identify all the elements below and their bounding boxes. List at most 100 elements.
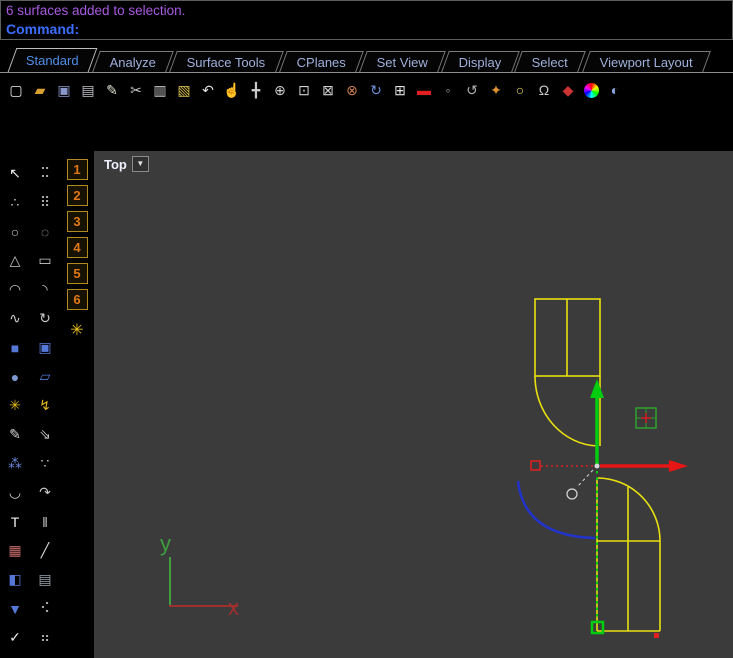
print-icon[interactable]: ▤ — [78, 80, 98, 100]
more-icon-a[interactable]: ⠤ — [3, 655, 27, 658]
tab-set-view[interactable]: Set View — [359, 51, 446, 72]
tab-analyze[interactable]: Analyze — [92, 51, 174, 72]
small-dot-icon[interactable]: ◦ — [438, 80, 458, 100]
num-button-5[interactable]: 5 — [67, 263, 88, 284]
undo-icon[interactable]: ↶ — [198, 80, 218, 100]
command-history-line: 6 surfaces added to selection. — [6, 2, 727, 20]
chevron-down-icon: ▼ — [136, 160, 144, 168]
num-button-1[interactable]: 1 — [67, 159, 88, 180]
gumball-x-arrow[interactable] — [600, 460, 688, 472]
plane-icon[interactable]: ▱ — [33, 365, 57, 389]
save-icon[interactable]: ▣ — [54, 80, 74, 100]
ellipse-icon[interactable]: ◌ — [33, 220, 57, 244]
helix-icon[interactable]: ↻ — [33, 307, 57, 331]
tab-label: CPlanes — [296, 55, 345, 70]
offset-icon[interactable]: ∵ — [33, 452, 57, 476]
tracking-point-square — [531, 461, 540, 470]
cplane-icon[interactable] — [636, 408, 656, 428]
num-button-3[interactable]: 3 — [67, 211, 88, 232]
zoom-icon[interactable]: ⊕ — [270, 80, 290, 100]
pencil-icon[interactable]: ╱ — [33, 539, 57, 563]
num-button-6[interactable]: 6 — [67, 289, 88, 310]
dimension-icon[interactable]: ‖ — [33, 510, 57, 534]
lightbulb-icon[interactable]: ○ — [510, 80, 530, 100]
curve-blue-arc[interactable] — [518, 481, 595, 538]
box-icon[interactable]: ■ — [3, 336, 27, 360]
lock-icon[interactable]: Ω — [534, 80, 554, 100]
paste-icon[interactable]: ▧ — [174, 80, 194, 100]
car-named-view-icon[interactable]: ▬ — [414, 80, 434, 100]
origin-point-dot — [595, 464, 600, 469]
tab-surface-tools[interactable]: Surface Tools — [169, 51, 283, 72]
fillet-icon[interactable]: ⁂ — [3, 452, 27, 476]
viewport-menu-button[interactable]: ▼ — [132, 156, 149, 172]
snap-star-icon[interactable]: ✳ — [66, 319, 88, 341]
walk-icon[interactable]: ✦ — [486, 80, 506, 100]
render-style-icon[interactable]: ◆ — [558, 80, 578, 100]
viewport-layout-icon[interactable]: ⊞ — [390, 80, 410, 100]
measure-icon[interactable]: ⠪ — [33, 597, 57, 621]
num-button-2[interactable]: 2 — [67, 185, 88, 206]
cylinder-icon[interactable]: ● — [3, 365, 27, 389]
conic-icon[interactable]: ◝ — [33, 278, 57, 302]
num-button-4[interactable]: 4 — [67, 237, 88, 258]
gumball-y-arrow[interactable] — [590, 379, 604, 464]
command-area[interactable]: 6 surfaces added to selection. Command: — [0, 0, 733, 40]
tab-standard[interactable]: Standard — [8, 48, 98, 72]
curve-icon[interactable]: ∿ — [3, 307, 27, 331]
color-wheel-icon[interactable] — [584, 83, 599, 98]
circle-icon[interactable]: ○ — [3, 220, 27, 244]
swatch-icon[interactable]: ▦ — [3, 539, 27, 563]
viewport-canvas[interactable]: y x — [94, 151, 733, 658]
marquee-select-icon[interactable]: ⠭ — [33, 162, 57, 186]
tab-cplanes[interactable]: CPlanes — [279, 51, 364, 72]
rotate-view-icon[interactable]: ↻ — [366, 80, 386, 100]
tab-label: Display — [459, 55, 502, 70]
rotate-small-icon[interactable]: ↺ — [462, 80, 482, 100]
tab-label: Surface Tools — [187, 55, 266, 70]
pan-hand-icon[interactable]: ☝ — [222, 80, 242, 100]
rebuild-icon[interactable]: ↷ — [33, 481, 57, 505]
rectangle-icon[interactable]: ▭ — [33, 249, 57, 273]
rhino-window: 6 surfaces added to selection. Command: … — [0, 0, 733, 657]
options-icon[interactable]: ⠶ — [33, 626, 57, 650]
copy-icon[interactable]: ▥ — [150, 80, 170, 100]
polyline-icon[interactable]: △ — [3, 249, 27, 273]
solid-icon[interactable]: ▣ — [33, 336, 57, 360]
hatch-icon[interactable]: ▤ — [33, 568, 57, 592]
edit-notes-icon[interactable]: ✎ — [102, 80, 122, 100]
point-marker-red — [654, 633, 659, 638]
zoom-selected-icon[interactable]: ⊗ — [342, 80, 362, 100]
tab-viewport-layout[interactable]: Viewport Layout — [582, 51, 711, 72]
zoom-window-icon[interactable]: ⊡ — [294, 80, 314, 100]
tracking-line-red — [531, 461, 594, 470]
shaded-view-icon[interactable]: ◐ — [605, 80, 625, 100]
tab-label: Set View — [377, 55, 428, 70]
tab-select[interactable]: Select — [515, 51, 587, 72]
surface-icon[interactable]: ◧ — [3, 568, 27, 592]
tab-display[interactable]: Display — [441, 51, 519, 72]
drop-icon[interactable]: ▼ — [3, 597, 27, 621]
text-icon[interactable]: T — [3, 510, 27, 534]
trim-icon[interactable]: ↯ — [33, 394, 57, 418]
split-icon[interactable]: ✎ — [3, 423, 27, 447]
curve-edit-icon[interactable]: ◡ — [3, 481, 27, 505]
command-prompt[interactable]: Command: — [6, 20, 727, 38]
open-file-icon[interactable]: ▰ — [30, 80, 50, 100]
zoom-extents-icon[interactable]: ⊠ — [318, 80, 338, 100]
select-pointer-icon[interactable]: ↖ — [3, 162, 27, 186]
gumball-x-head[interactable] — [669, 460, 688, 472]
join-icon[interactable]: ⇘ — [33, 423, 57, 447]
point-cloud-icon[interactable]: ⠿ — [33, 191, 57, 215]
arc-icon[interactable]: ◠ — [3, 278, 27, 302]
more-icon-b[interactable]: ⠤ — [33, 655, 57, 658]
viewport-title[interactable]: Top — [104, 157, 127, 172]
gumball-y-head[interactable] — [590, 379, 604, 398]
check-icon[interactable]: ✓ — [3, 626, 27, 650]
point-icon[interactable]: ∴ — [3, 191, 27, 215]
move-icon[interactable]: ╋ — [246, 80, 266, 100]
new-file-icon[interactable]: ▢ — [6, 80, 26, 100]
cut-icon[interactable]: ✂ — [126, 80, 146, 100]
explode-icon[interactable]: ✳ — [3, 394, 27, 418]
viewport-top[interactable]: Top ▼ y x — [94, 151, 733, 658]
